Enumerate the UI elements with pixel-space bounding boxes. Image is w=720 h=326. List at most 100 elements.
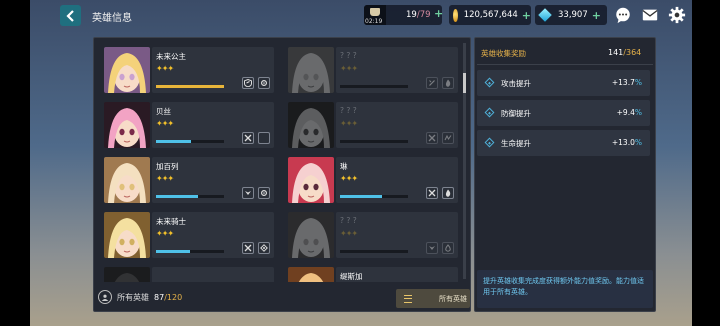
collection-divider <box>477 64 653 65</box>
hero-name: 未来公主 <box>156 52 186 61</box>
hero-card[interactable]: ? ? ? ✦✦✦ <box>282 101 458 149</box>
hero-card[interactable] <box>98 266 274 282</box>
collection-stat-row: 防御提升 +9.4% <box>477 100 650 126</box>
hero-filter-button[interactable]: 所有英雄 <box>396 289 470 308</box>
hero-progress-bar <box>156 250 224 253</box>
hero-name: ? ? ? <box>340 106 357 115</box>
flame-icon <box>442 77 454 89</box>
mail-button[interactable] <box>640 5 660 25</box>
hero-portrait <box>288 47 334 93</box>
add-gem-button[interactable]: + <box>592 9 601 22</box>
moon-icon <box>258 132 270 144</box>
settings-button[interactable] <box>667 5 687 25</box>
hero-card[interactable]: ? ? ? ✦✦✦ <box>282 211 458 259</box>
hero-progress-bar <box>340 140 408 143</box>
hero-card[interactable]: 贝丝 ✦✦✦ <box>98 101 274 149</box>
add-stamina-button[interactable]: + <box>434 7 443 20</box>
stat-label: 攻击提升 <box>501 79 531 88</box>
hero-name: ? ? ? <box>340 216 357 225</box>
hero-star-rating: ✦✦✦ <box>156 119 174 128</box>
screen-edge-left <box>0 0 30 326</box>
hero-star-rating: ✦✦✦ <box>340 229 358 238</box>
collection-count: 141/364 <box>608 48 641 57</box>
stamina-timer: 02:19 <box>365 18 383 25</box>
slash-icon <box>426 77 438 89</box>
hero-progress-fill <box>156 85 224 88</box>
collection-stat-row: 生命提升 +13.0% <box>477 130 650 156</box>
wing-icon <box>242 187 254 199</box>
hero-count-max: /120 <box>164 292 183 302</box>
hero-portrait <box>104 212 150 258</box>
hero-progress-fill <box>156 140 192 143</box>
hero-card[interactable]: ? ? ? ✦✦✦ <box>282 46 458 94</box>
filter-label: 所有英雄 <box>439 294 467 303</box>
hero-star-rating: ✦✦✦ <box>156 64 174 73</box>
hero-progress-bar <box>340 250 408 253</box>
diamond-icon <box>258 242 270 254</box>
hero-card[interactable]: 琳 ✦✦✦ <box>282 156 458 204</box>
hero-list[interactable]: 未来公主 ✦✦✦? ? ? ✦✦✦ 贝丝 ✦✦✦? ? ? ✦✦✦ 加百列 ✦✦✦ 琳 ✦✦✦ 未来… <box>98 42 464 282</box>
hero-progress-bar <box>156 140 224 143</box>
chevron-left-icon <box>65 9 74 22</box>
stamina-icon: 02:19 <box>364 5 386 25</box>
chat-icon <box>616 7 630 24</box>
page-title: 英雄信息 <box>92 13 132 24</box>
hero-progress-bar <box>340 85 408 88</box>
stat-label: 生命提升 <box>501 139 531 148</box>
stat-label: 防御提升 <box>501 109 531 118</box>
hero-progress-bar <box>156 85 224 88</box>
stamina-resource[interactable]: 02:19 19/79 + <box>364 5 443 25</box>
drop-icon <box>442 242 454 254</box>
filter-list-icon <box>404 294 412 303</box>
flame-icon <box>442 187 454 199</box>
all-heroes-label: 所有英雄 <box>117 292 149 302</box>
hero-list-scrollbar[interactable] <box>463 43 466 279</box>
hero-progress-bar <box>156 195 224 198</box>
hero-star-rating: ✦✦✦ <box>340 64 358 73</box>
gem-resource[interactable]: 33,907 + <box>535 5 607 25</box>
hero-portrait <box>288 212 334 258</box>
hero-progress-bar <box>340 195 408 198</box>
hero-progress-fill <box>340 195 383 198</box>
gear-icon <box>258 187 270 199</box>
hero-card[interactable]: 加百列 ✦✦✦ <box>98 156 274 204</box>
hero-card-background <box>152 267 274 282</box>
hero-star-rating: ✦✦✦ <box>340 119 358 128</box>
back-button[interactable] <box>60 5 81 26</box>
hero-name: 加百列 <box>156 162 179 171</box>
hero-star-rating: ✦✦✦ <box>156 174 174 183</box>
stat-diamond-icon <box>484 77 495 88</box>
hero-name: 贝丝 <box>156 107 171 116</box>
add-gold-button[interactable]: + <box>522 9 531 22</box>
gem-amount: 33,907 <box>558 10 588 20</box>
hero-portrait <box>288 267 334 282</box>
hero-star-rating: ✦✦✦ <box>156 229 174 238</box>
mail-icon <box>642 9 658 21</box>
hero-portrait <box>288 157 334 203</box>
chat-button[interactable] <box>613 5 633 25</box>
hero-card[interactable]: 缇斯加 <box>282 266 458 282</box>
swords-icon <box>242 242 254 254</box>
swords-icon <box>426 132 438 144</box>
hero-progress-fill <box>156 250 190 253</box>
gear-icon <box>258 77 270 89</box>
hero-name: 琳 <box>340 162 348 171</box>
hero-card[interactable]: 未来骑士 ✦✦✦ <box>98 211 274 259</box>
stamina-max: /79 <box>416 10 431 20</box>
hero-card[interactable]: 未来公主 ✦✦✦ <box>98 46 274 94</box>
hero-emblem-icon <box>98 290 112 304</box>
hero-name: ? ? ? <box>340 51 357 60</box>
collection-title: 英雄收集奖励 <box>481 49 526 58</box>
gold-coin-icon <box>453 8 458 22</box>
hero-portrait <box>104 157 150 203</box>
stat-diamond-icon <box>484 137 495 148</box>
hero-name: 缇斯加 <box>340 272 363 281</box>
scrollbar-thumb[interactable] <box>463 73 466 93</box>
hero-portrait <box>104 47 150 93</box>
gold-amount: 120,567,644 <box>463 10 518 20</box>
collection-stat-row: 攻击提升 +13.7% <box>477 70 650 96</box>
gold-resource[interactable]: 120,567,644 + <box>449 5 531 25</box>
hero-progress-fill <box>156 195 199 198</box>
shield-icon <box>242 77 254 89</box>
hero-portrait <box>104 102 150 148</box>
